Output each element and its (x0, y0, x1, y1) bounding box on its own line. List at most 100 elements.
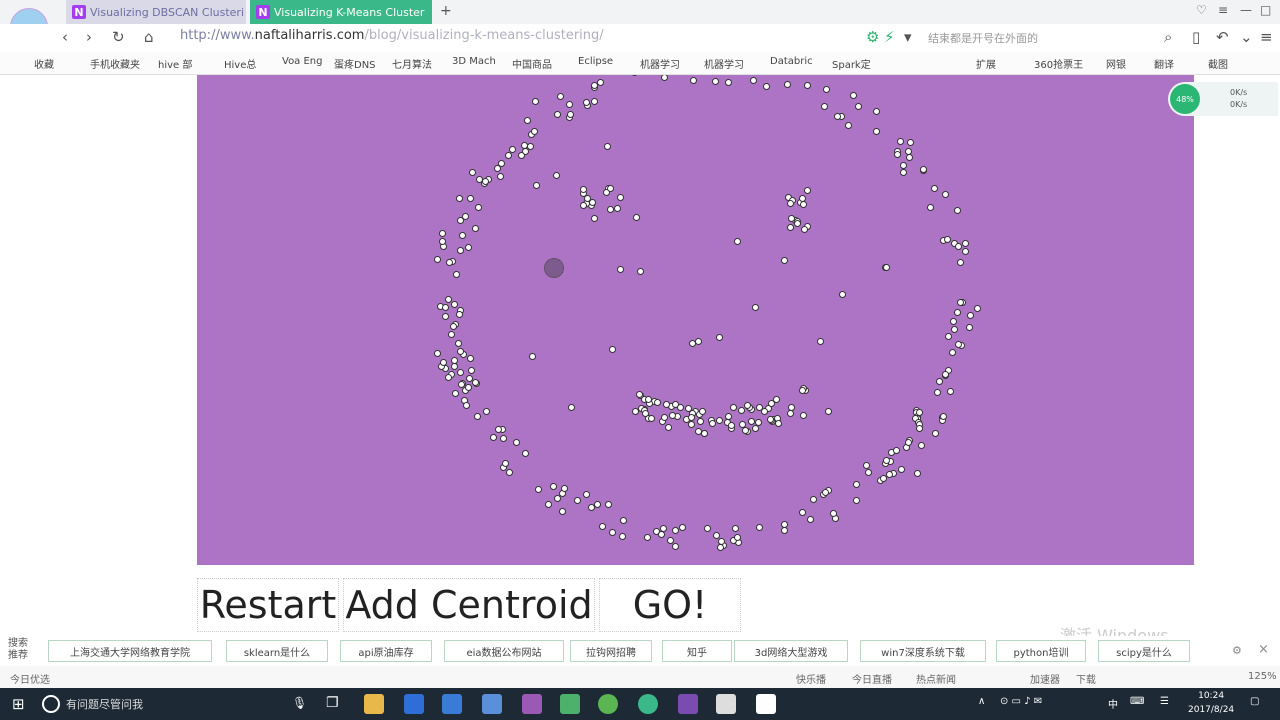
bookmark-item[interactable]: 3D Mach (452, 56, 496, 67)
suggestion-chip[interactable]: scipy是什么 (1098, 640, 1190, 662)
system-clock[interactable]: 10:24 2017/8/24 (1188, 689, 1234, 717)
onenote-icon[interactable] (678, 694, 698, 714)
back-icon[interactable]: ‹ (62, 28, 68, 46)
edge-icon[interactable] (404, 694, 424, 714)
browser-360-icon[interactable] (598, 694, 618, 714)
bookmark-item[interactable]: Spark定 (832, 56, 871, 71)
bookmark-item[interactable]: 翻译 (1154, 56, 1174, 71)
suggestion-chip[interactable]: 知乎 (662, 640, 732, 662)
data-point (955, 243, 962, 250)
data-point (799, 387, 806, 394)
suggestion-chip[interactable]: 拉钩网招聘 (570, 640, 652, 662)
kmeans-canvas[interactable] (197, 75, 1194, 565)
zoom-level[interactable]: 125% (1248, 671, 1277, 682)
restart-button[interactable]: Restart (197, 578, 339, 632)
bookmark-item[interactable]: 机器学习 (640, 56, 680, 71)
bookmark-item[interactable]: 360抢票王 (1034, 56, 1083, 71)
tab-kmeans[interactable]: N Visualizing K-Means Cluster (250, 0, 432, 24)
suggestion-chip[interactable]: python培训 (996, 640, 1086, 662)
file-explorer-icon[interactable] (364, 694, 384, 714)
suggestion-chip[interactable]: eia数据公布网站 (444, 640, 564, 662)
tray-icons[interactable]: ⊙ ▭ ♪ ✉ (1000, 696, 1042, 707)
data-point (688, 421, 695, 428)
microphone-icon[interactable]: 🎙 (292, 696, 307, 710)
action-center-icon[interactable]: ▢ (1250, 696, 1259, 707)
status-item[interactable]: 加速器 (1030, 671, 1060, 686)
app-icon[interactable] (560, 694, 580, 714)
refresh-icon[interactable]: ↻ (112, 28, 125, 46)
extension-icon[interactable]: ⚙ (866, 28, 879, 46)
menu-icon[interactable]: ≡ (1260, 28, 1273, 46)
suggestion-chip[interactable]: win7深度系统下载 (860, 640, 986, 662)
status-item[interactable]: 下载 (1076, 671, 1096, 686)
bookmark-item[interactable]: 机器学习 (704, 56, 744, 71)
minimize-icon[interactable]: — (1240, 3, 1252, 17)
suggestion-chip[interactable]: api原油库存 (340, 640, 432, 662)
suggestion-chip[interactable]: 上海交通大学网络教育学院 (48, 640, 212, 662)
app-icon[interactable] (522, 694, 542, 714)
data-point (490, 434, 497, 441)
forward-icon[interactable]: › (86, 28, 92, 46)
suggestion-chip[interactable]: 3d网络大型游戏 (734, 640, 848, 662)
go-button[interactable]: GO! (599, 578, 741, 632)
menu-icon[interactable]: ≡ (1218, 3, 1228, 17)
centroid-marker[interactable] (544, 258, 564, 278)
bookmark-item[interactable]: 七月算法 (392, 56, 432, 71)
speed-widget[interactable]: 48% 0K/s 0K/s (1168, 82, 1278, 116)
data-point (728, 422, 735, 429)
data-point (944, 236, 951, 243)
search-hint[interactable]: 结束都是开号在外面的 (928, 30, 1038, 46)
status-item[interactable]: 热点新闻 (916, 671, 956, 686)
lightning-icon[interactable]: ⚡ (884, 28, 895, 46)
bookmark-item[interactable]: 蛋疼DNS (334, 56, 376, 71)
dropdown-icon[interactable]: ▾ (904, 28, 912, 46)
bookmark-item[interactable]: Voa Eng (282, 56, 323, 67)
accelerator-ball[interactable]: 48% (1170, 84, 1200, 114)
data-point (584, 195, 591, 202)
settings-icon[interactable]: ⚙ (1232, 644, 1242, 657)
browser-active-icon[interactable] (638, 694, 658, 714)
notification-icon[interactable]: ☰ (1160, 696, 1169, 707)
status-left[interactable]: 今日优选 (10, 671, 50, 686)
bookmark-item[interactable]: 手机收藏夹 (90, 56, 140, 71)
ime-indicator[interactable]: 中 (1108, 696, 1118, 711)
bookmark-item[interactable]: 截图 (1208, 56, 1228, 71)
app-icon[interactable] (716, 694, 736, 714)
cortana-search[interactable]: 有问题尽管问我 (42, 688, 143, 720)
skin-icon[interactable]: ♡ (1196, 3, 1207, 17)
windows-start-icon[interactable]: ⊞ (12, 695, 25, 713)
tab-dbscan[interactable]: N Visualizing DBSCAN Clusteri (66, 0, 246, 24)
app-icon[interactable] (482, 694, 502, 714)
data-point (784, 81, 791, 88)
undo-icon[interactable]: ↶ (1216, 28, 1229, 46)
address-bar[interactable]: http://www.naftaliharris.com/blog/visual… (180, 28, 604, 48)
suggest-label: 搜索 推荐 (8, 638, 28, 662)
bookmark-item[interactable]: hive 部 (158, 56, 192, 71)
bookmark-item[interactable]: 网银 (1106, 56, 1126, 71)
bookmark-item[interactable]: Databric (770, 56, 813, 67)
task-view-icon[interactable]: ❐ (326, 695, 339, 711)
bookmark-item[interactable]: Eclipse (578, 56, 613, 67)
app-icon[interactable] (756, 694, 776, 714)
add-centroid-button[interactable]: Add Centroid (343, 578, 595, 632)
phone-icon[interactable]: ▯ (1192, 28, 1200, 46)
bookmark-item[interactable]: 扩展 (976, 56, 996, 71)
store-icon[interactable] (442, 694, 462, 714)
maximize-icon[interactable]: □ (1260, 3, 1271, 17)
close-icon[interactable]: × (1258, 642, 1269, 657)
suggestion-chip[interactable]: sklearn是什么 (226, 640, 328, 662)
data-point (752, 304, 759, 311)
data-point (677, 404, 684, 411)
tray-up-icon[interactable]: ∧ (978, 696, 985, 707)
chevron-down-icon[interactable]: ⌄ (1240, 28, 1253, 46)
status-item[interactable]: 快乐播 (796, 671, 826, 686)
status-item[interactable]: 今日直播 (852, 671, 892, 686)
bookmark-item[interactable]: 收藏 (34, 56, 54, 71)
bookmark-item[interactable]: 中国商品 (512, 56, 552, 71)
home-icon[interactable]: ⌂ (144, 28, 154, 46)
data-point (773, 396, 780, 403)
keyboard-icon[interactable]: ⌨ (1130, 696, 1144, 707)
bookmark-item[interactable]: Hive总 (224, 56, 256, 71)
new-tab-plus-icon[interactable]: + (440, 3, 452, 19)
search-icon[interactable]: ⌕ (1164, 28, 1172, 46)
